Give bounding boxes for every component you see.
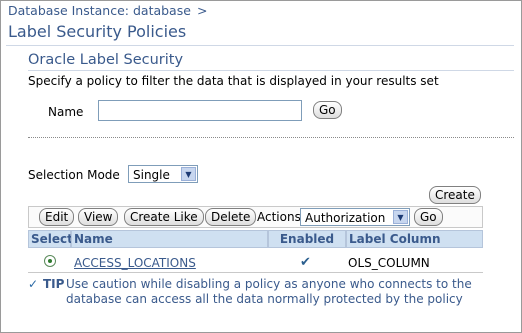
breadcrumb-link[interactable]: Database Instance: database bbox=[8, 3, 191, 18]
actions-label: Actions bbox=[257, 210, 301, 224]
actions-select-value: Authorization bbox=[305, 211, 386, 225]
header-label-column[interactable]: Label Column bbox=[346, 230, 483, 248]
name-input[interactable] bbox=[98, 100, 302, 121]
breadcrumb-separator: > bbox=[196, 3, 208, 18]
breadcrumb: Database Instance: database > bbox=[8, 3, 207, 18]
chevron-down-icon: ▼ bbox=[393, 210, 408, 224]
selection-mode-select[interactable]: Single ▼ bbox=[128, 165, 198, 183]
section-title: Oracle Label Security bbox=[28, 52, 184, 68]
selection-mode-label: Selection Mode bbox=[28, 168, 120, 182]
selection-mode-value: Single bbox=[133, 168, 170, 182]
view-button[interactable]: View bbox=[78, 208, 119, 226]
label-column-value: OLS_COLUMN bbox=[348, 256, 430, 270]
header-name[interactable]: Name bbox=[71, 230, 268, 248]
chevron-down-icon: ▼ bbox=[181, 167, 196, 181]
header-enabled[interactable]: Enabled bbox=[268, 230, 346, 248]
tip-check-icon: ✓ bbox=[28, 277, 39, 291]
page-title: Label Security Policies bbox=[8, 22, 187, 41]
create-button[interactable]: Create bbox=[429, 186, 481, 204]
actions-go-button[interactable]: Go bbox=[414, 208, 443, 226]
delete-button[interactable]: Delete bbox=[205, 208, 257, 226]
tip-text: Use caution while disabling a policy as … bbox=[66, 277, 472, 306]
title-divider bbox=[6, 45, 514, 46]
actions-select[interactable]: Authorization ▼ bbox=[300, 208, 410, 226]
dotted-separator bbox=[28, 137, 514, 138]
create-like-button[interactable]: Create Like bbox=[124, 208, 204, 226]
row-select-radio[interactable] bbox=[44, 255, 56, 267]
filter-description: Specify a policy to filter the data that… bbox=[28, 74, 439, 88]
header-select: Select bbox=[28, 230, 73, 248]
edit-button[interactable]: Edit bbox=[39, 208, 75, 226]
name-label: Name bbox=[48, 105, 84, 119]
tip-label: TIP bbox=[43, 277, 65, 291]
policy-name-link[interactable]: ACCESS_LOCATIONS bbox=[74, 256, 196, 270]
filter-go-button[interactable]: Go bbox=[313, 101, 342, 119]
section-divider bbox=[28, 70, 514, 71]
enabled-check-icon: ✔ bbox=[300, 255, 311, 270]
